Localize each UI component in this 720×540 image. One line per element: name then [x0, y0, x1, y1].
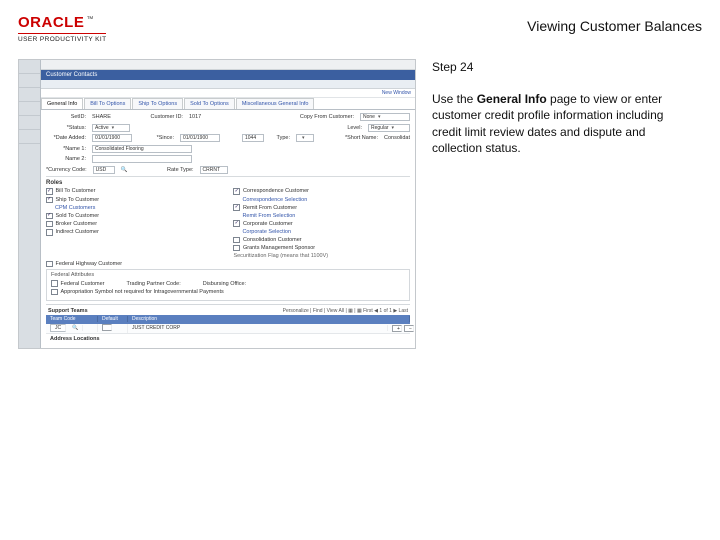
screenshot-thumbnail: Customer Contacts New Window General Inf… — [18, 59, 416, 349]
check-approp-symbol[interactable]: Appropriation Symbol not required for In… — [51, 289, 405, 296]
tab-ship-to-options[interactable]: Ship To Options — [132, 98, 183, 109]
input-since[interactable]: 01/01/1900 — [180, 134, 220, 142]
link-remit-sel[interactable]: Remit From Selection — [242, 213, 408, 219]
input-dateadded[interactable]: 01/01/1900 — [92, 134, 132, 142]
label-type: Type: — [270, 135, 290, 141]
tab-general-info[interactable]: General Info — [41, 98, 83, 109]
label-shortname: *Short Name: — [338, 135, 378, 141]
label-currency: *Currency Code: — [46, 167, 87, 173]
check-broker[interactable]: Broker Customer — [46, 221, 213, 228]
filter-bar — [41, 80, 415, 89]
page-title: Viewing Customer Balances — [527, 14, 702, 34]
component-title-bar: Customer Contacts — [41, 70, 415, 80]
brand-block: ORACLE™ USER PRODUCTIVITY KIT — [18, 14, 106, 43]
check-sold-to[interactable]: ✓Sold To Customer — [46, 213, 213, 220]
support-teams-heading: Support Teams — [48, 308, 88, 314]
label-setid: SetID: — [46, 114, 86, 120]
link-cpm-customers[interactable]: CPM Customers — [55, 205, 213, 211]
check-bill-to[interactable]: ✓Bill To Customer — [46, 188, 213, 195]
check-federal-customer[interactable]: Federal Customer — [51, 280, 105, 287]
value-custid: 1017 — [189, 114, 201, 120]
brand-main: ORACLE — [18, 14, 84, 31]
breadcrumb — [41, 60, 415, 70]
tab-bill-to-options[interactable]: Bill To Options — [84, 98, 131, 109]
check-ship-to[interactable]: ✓Ship To Customer — [46, 197, 213, 204]
value-setid: SHARE — [92, 114, 111, 120]
tab-strip: General Info Bill To Options Ship To Opt… — [41, 98, 415, 110]
federal-heading: Federal Attributes — [51, 272, 405, 278]
input-ratetype[interactable]: CRRNT — [200, 166, 228, 174]
check-corporate[interactable]: ✓Corporate Customer — [233, 220, 408, 227]
check-correspondence[interactable]: ✓Correspondence Customer — [233, 188, 408, 195]
grid-toolbar[interactable]: Personalize | Find | View All | ▦ | ▦ Fi… — [283, 308, 408, 314]
select-type[interactable] — [296, 134, 314, 142]
address-locations-heading: Address Locations — [46, 334, 410, 344]
label-status: *Status: — [46, 125, 86, 131]
link-corp-sel[interactable]: Corporate Selection — [242, 229, 408, 235]
select-copyfrom[interactable]: None — [360, 113, 410, 121]
label-custid: Customer ID: — [143, 114, 183, 120]
securitization-note: Securitization Flag (means that 1100V) — [233, 253, 408, 259]
link-corr-sel[interactable]: Correspondence Selection — [242, 197, 408, 203]
grid-header: Team Code Default Description — [46, 315, 410, 324]
input-currency[interactable]: USD — [93, 166, 115, 174]
check-consolidation[interactable]: Consolidation Customer — [233, 237, 408, 244]
form-body: SetID: SHARE Customer ID: 1017 Copy From… — [41, 110, 415, 348]
instruction-panel: Step 24 Use the General Info page to vie… — [432, 59, 692, 349]
check-grants-sponsor[interactable]: Grants Management Sponsor — [233, 245, 408, 252]
federal-attributes-box: Federal Attributes Federal Customer Trad… — [46, 269, 410, 301]
brand-subtitle: USER PRODUCTIVITY KIT — [18, 33, 106, 43]
field-disbursing-office: Disbursing Office: — [203, 280, 246, 287]
check-federal-highway[interactable]: Federal Highway Customer — [46, 261, 410, 268]
select-level[interactable]: Regular — [368, 124, 410, 132]
label-name1: *Name 1: — [46, 146, 86, 152]
field-trading-partner: Trading Partner Code: — [127, 280, 181, 287]
lookup-icon[interactable]: 🔍 — [121, 167, 128, 173]
brand-tm: ™ — [86, 16, 93, 23]
input-name2[interactable] — [92, 155, 192, 163]
input-blank1[interactable]: 1044 — [242, 134, 264, 142]
input-name1[interactable]: Consolidated Flooring — [92, 145, 192, 153]
step-label: Step 24 — [432, 59, 692, 75]
grid-row[interactable]: JC🔍 JUST CREDIT CORP +− — [46, 324, 410, 334]
check-indirect[interactable]: Indirect Customer — [46, 229, 213, 236]
tab-misc-general-info[interactable]: Miscellaneous General Info — [236, 98, 315, 109]
left-nav-strip — [19, 60, 41, 348]
tab-sold-to-options[interactable]: Sold To Options — [184, 98, 235, 109]
label-since: *Since: — [150, 135, 174, 141]
section-roles-heading: Roles — [46, 180, 410, 186]
value-shortname: Consolidat — [384, 135, 410, 141]
label-ratetype: Rate Type: — [154, 167, 194, 173]
check-remit-from[interactable]: ✓Remit From Customer — [233, 204, 408, 211]
instruction-text: Use the General Info page to view or ent… — [432, 91, 692, 156]
label-copyfrom: Copy From Customer: — [300, 114, 354, 120]
label-name2: Name 2: — [46, 156, 86, 162]
new-window-link[interactable]: New Window — [41, 89, 415, 98]
label-level: Level: — [322, 125, 362, 131]
label-dateadded: *Date Added: — [46, 135, 86, 141]
select-status[interactable]: Active — [92, 124, 130, 132]
